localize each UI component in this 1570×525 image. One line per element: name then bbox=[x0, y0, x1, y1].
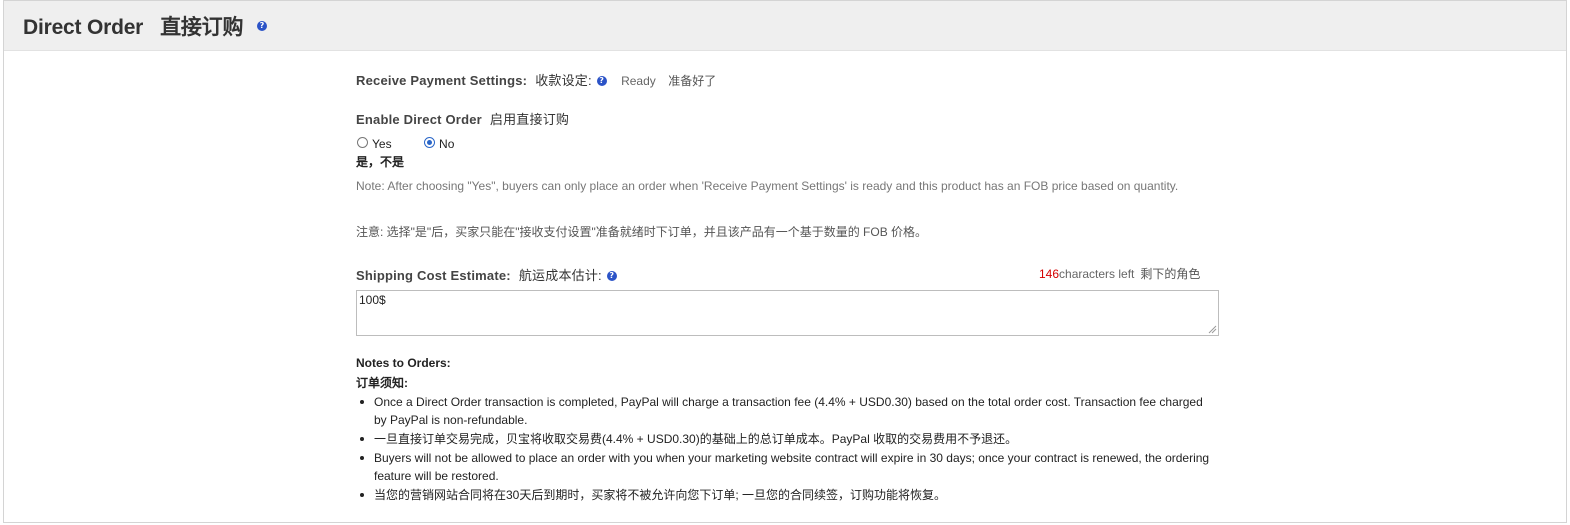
shipping-help-icon[interactable]: ? bbox=[606, 270, 617, 281]
enable-direct-order-label-cn: 启用直接订购 bbox=[489, 112, 570, 127]
resize-handle-icon[interactable] bbox=[1208, 325, 1217, 334]
notes-title: Notes to Orders: bbox=[356, 356, 451, 370]
payment-help-icon[interactable]: ? bbox=[596, 75, 607, 86]
help-icon[interactable]: ? bbox=[256, 21, 267, 32]
radio-yes[interactable] bbox=[357, 137, 368, 149]
panel-header: Direct Order 直接订购 ? bbox=[4, 1, 1566, 51]
enable-direct-order-label-en: Enable Direct Order bbox=[356, 112, 482, 127]
payment-status-cn: 准备好了 bbox=[668, 74, 717, 88]
characters-left-count: 146 bbox=[1039, 267, 1060, 281]
characters-left-label-cn: 剩下的角色 bbox=[1140, 267, 1201, 281]
shipping-cost-input[interactable]: 100$ bbox=[356, 290, 1219, 336]
radio-no[interactable] bbox=[424, 137, 436, 149]
notes-item: Once a Direct Order transaction is compl… bbox=[356, 393, 1216, 429]
payment-settings-label: Receive Payment Settings: 收款设定: bbox=[356, 73, 596, 88]
shipping-cost-label: Shipping Cost Estimate: 航运成本估计: bbox=[356, 268, 606, 283]
shipping-cost-label-en: Shipping Cost Estimate: bbox=[356, 268, 511, 283]
radio-yes-label[interactable]: Yes bbox=[372, 137, 392, 151]
radio-no-label[interactable]: No bbox=[439, 137, 454, 151]
shipping-cost-label-cn: 航运成本估计: bbox=[518, 268, 602, 283]
notes-title-cn: 订单须知: bbox=[356, 376, 408, 390]
yes-no-cn-label: 是，不是 bbox=[356, 155, 405, 169]
notes-list: Once a Direct Order transaction is compl… bbox=[356, 393, 1216, 504]
payment-settings-row: Receive Payment Settings: 收款设定: ? Ready 准… bbox=[356, 70, 716, 90]
radio-yes-option[interactable]: Yes bbox=[357, 135, 396, 152]
page-title: Direct Order 直接订购 ? bbox=[23, 11, 267, 41]
page-title-cn: 直接订购 bbox=[160, 16, 244, 39]
page-title-en: Direct Order bbox=[23, 16, 144, 39]
shipping-cost-row: Shipping Cost Estimate: 航运成本估计: ? bbox=[356, 265, 617, 285]
notes-item: 当您的营销网站合同将在30天后到期时，买家将不被允许向您下订单; 一旦您的合同续… bbox=[356, 486, 1216, 504]
enable-direct-order-label: Enable Direct Order 启用直接订购 bbox=[356, 109, 569, 128]
direct-order-note: Note: After choosing "Yes", buyers can o… bbox=[356, 179, 1179, 193]
notes-item: Buyers will not be allowed to place an o… bbox=[356, 449, 1216, 485]
radio-no-option[interactable]: No bbox=[424, 135, 454, 152]
characters-left-label: characters left bbox=[1059, 267, 1135, 281]
enable-direct-order-radios: Yes No bbox=[357, 135, 454, 153]
direct-order-note-cn: 注意: 选择"是"后，买家只能在"接收支付设置"准备就绪时下订单，并且该产品有一… bbox=[356, 225, 928, 239]
characters-left-counter: 146characters left 剩下的角色 bbox=[1039, 265, 1200, 282]
payment-settings-label-cn: 收款设定: bbox=[535, 73, 592, 88]
payment-status: Ready bbox=[621, 74, 656, 88]
notes-item: 一旦直接订单交易完成，贝宝将收取交易费(4.4% + USD0.30)的基础上的… bbox=[356, 430, 1216, 448]
payment-settings-label-en: Receive Payment Settings: bbox=[356, 73, 528, 88]
notes-list-wrap: Once a Direct Order transaction is compl… bbox=[356, 393, 1216, 505]
